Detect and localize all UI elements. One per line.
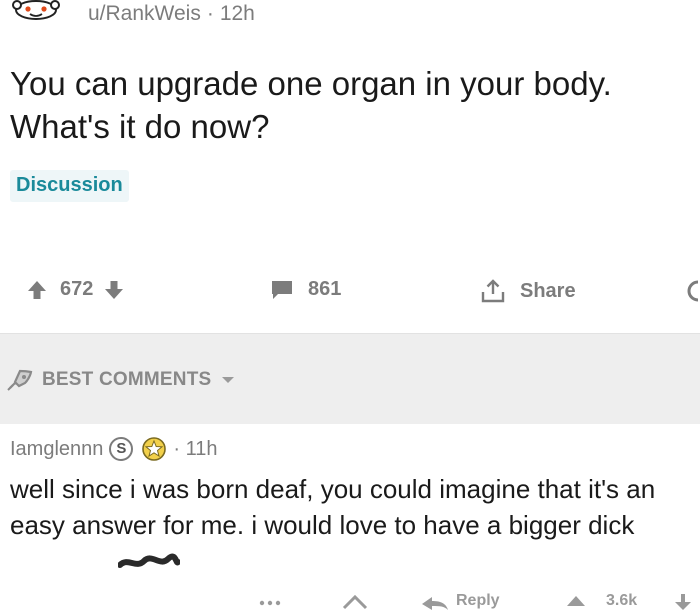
comment-meta: · 11h xyxy=(173,438,217,461)
post-flair[interactable]: Discussion xyxy=(10,170,129,202)
upvote-icon[interactable] xyxy=(26,279,48,301)
comment-body: well since i was born deaf, you could im… xyxy=(10,474,656,540)
sort-label: BEST COMMENTS xyxy=(42,369,212,390)
comment-upvote-icon[interactable] xyxy=(565,594,587,610)
post-author[interactable]: u/RankWeis xyxy=(88,2,201,25)
post-action-bar: 672 861 Share xyxy=(0,270,700,316)
snoo-avatar-icon[interactable] xyxy=(10,0,62,20)
comment-bubble-icon xyxy=(272,280,292,299)
comment-age: 11h xyxy=(185,437,218,460)
sort-dropdown[interactable]: BEST COMMENTS xyxy=(6,368,235,392)
post-age: 12h xyxy=(219,2,255,25)
reply-icon[interactable] xyxy=(420,594,450,610)
censor-scribble xyxy=(118,553,180,568)
comments-button[interactable]: 861 xyxy=(270,278,341,301)
award-badge-icon xyxy=(142,437,167,461)
comment-downvote-icon[interactable] xyxy=(672,594,694,610)
comment-count: 861 xyxy=(308,278,342,300)
award-button[interactable] xyxy=(684,278,700,304)
rocket-icon xyxy=(7,369,33,391)
chevron-down-icon xyxy=(222,377,235,383)
save-icon[interactable] xyxy=(340,594,370,610)
comment-action-bar: Reply 3.6k xyxy=(0,592,700,610)
post-author-line: u/RankWeis · 12h xyxy=(88,2,255,26)
meta-separator: · xyxy=(206,2,214,25)
share-button[interactable]: Share xyxy=(480,278,576,304)
award-icon xyxy=(687,280,699,302)
comment-score: 3.6k xyxy=(606,592,638,609)
downvote-icon[interactable] xyxy=(103,279,125,301)
user-badge: S xyxy=(109,437,134,461)
comment-separator: · xyxy=(173,437,181,460)
comment-sort-bar: BEST COMMENTS xyxy=(0,333,700,424)
post-title[interactable]: You can upgrade one organ in your body. … xyxy=(10,62,680,148)
reddit-post-screenshot: u/RankWeis · 12h You can upgrade one organ… xyxy=(0,0,700,610)
vote-group: 672 xyxy=(26,278,125,301)
comment-username[interactable]: Iamglennn xyxy=(10,438,103,461)
more-options-icon[interactable] xyxy=(258,594,282,606)
share-label: Share xyxy=(520,279,576,302)
comment-header: Iamglennn S · 11h xyxy=(10,436,218,462)
reply-label[interactable]: Reply xyxy=(456,592,500,610)
post-score: 672 xyxy=(60,278,94,300)
share-icon xyxy=(481,279,505,303)
